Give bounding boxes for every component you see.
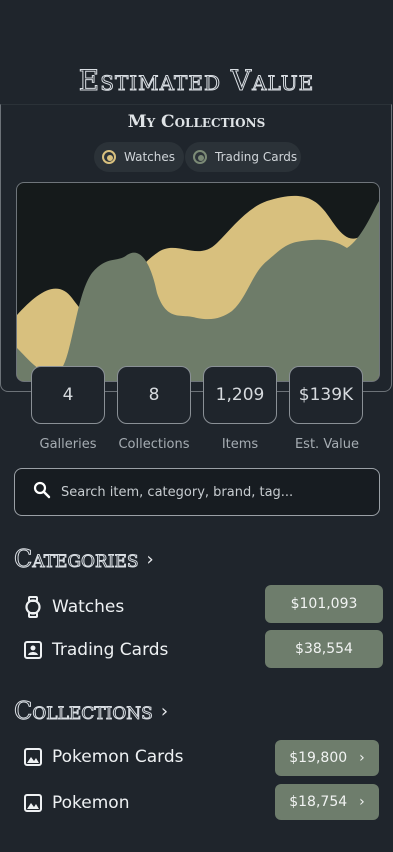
stat-label: Galleries: [39, 437, 97, 452]
legend-item-watches[interactable]: Watches: [94, 142, 184, 172]
collection-row-pokemon-cards[interactable]: Pokemon Cards: [22, 746, 184, 768]
stat-galleries-value[interactable]: 4: [31, 366, 105, 424]
legend-label: Watches: [124, 150, 175, 164]
search-input[interactable]: [59, 483, 363, 501]
chevron-right-icon: ›: [146, 548, 154, 570]
collection-value: $18,754: [289, 794, 348, 810]
stat-items-value[interactable]: 1,209: [203, 366, 277, 424]
collections-title: Collections: [14, 697, 154, 726]
chevron-right-icon: ›: [359, 750, 365, 766]
stat-label: Collections: [118, 437, 190, 452]
legend-item-trading-cards[interactable]: Trading Cards: [185, 142, 301, 172]
collection-value-button[interactable]: $19,800 ›: [275, 740, 379, 776]
search-bar[interactable]: [14, 468, 380, 516]
area-chart-svg: [17, 195, 379, 381]
page-title: Estimated Value: [78, 64, 315, 98]
watch-icon: [22, 596, 44, 618]
trading-cards-legend-dot-icon: [193, 150, 207, 164]
collection-value-button[interactable]: $18,754 ›: [275, 784, 379, 820]
stat-label: Items: [221, 437, 259, 452]
stat-est-value[interactable]: $139K: [289, 366, 363, 424]
chart-subtitle: My Collections: [127, 112, 266, 132]
category-row-watches[interactable]: Watches: [22, 596, 124, 618]
card-icon: [22, 639, 44, 661]
category-label: Watches: [52, 597, 125, 617]
categories-title: Categories: [14, 545, 140, 574]
stat-collections-value[interactable]: 8: [117, 366, 191, 424]
legend-label: Trading Cards: [215, 150, 298, 164]
collection-label: Pokemon Cards: [52, 747, 184, 767]
categories-header[interactable]: Categories ›: [14, 545, 154, 574]
watches-legend-dot-icon: [102, 150, 116, 164]
chevron-right-icon: ›: [359, 794, 365, 810]
image-icon: [22, 792, 44, 814]
category-value-badge[interactable]: $101,093: [265, 585, 383, 623]
category-label: Trading Cards: [52, 640, 169, 660]
category-value-badge[interactable]: $38,554: [265, 630, 383, 668]
image-icon: [22, 746, 44, 768]
collection-row-pokemon[interactable]: Pokemon: [22, 792, 129, 814]
stat-label: Est. Value: [294, 437, 360, 452]
collection-label: Pokemon: [52, 793, 130, 813]
value-chart: [16, 182, 380, 382]
collections-header[interactable]: Collections ›: [14, 697, 169, 726]
collection-value: $19,800: [289, 750, 348, 766]
category-row-trading-cards[interactable]: Trading Cards: [22, 639, 168, 661]
chevron-right-icon: ›: [160, 700, 169, 722]
search-icon: [33, 481, 51, 503]
